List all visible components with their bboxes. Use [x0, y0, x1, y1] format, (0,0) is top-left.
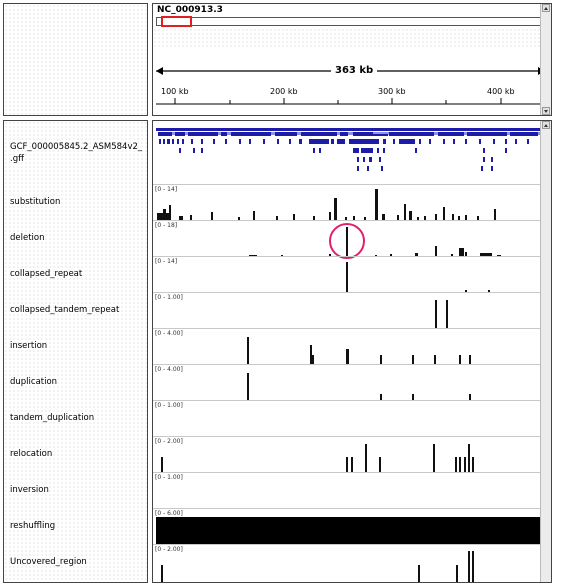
track-collapsed-tandem-repeat[interactable]: [0 - 1.00]: [153, 292, 551, 329]
feature-bar: [433, 444, 435, 472]
track-label-deletion[interactable]: deletion: [10, 233, 45, 243]
feature-bar: [351, 457, 353, 472]
feature-bar: [375, 189, 378, 220]
tracks-scrollbar[interactable]: [540, 121, 551, 582]
track-label-duplication[interactable]: duplication: [10, 377, 57, 387]
ruler-panel: NC_000913.3 363 kb 100 kb 200 kb 300 kb …: [152, 3, 552, 116]
range-collapsed-repeat: [0 - 14]: [155, 258, 178, 265]
span-indicator: [156, 67, 545, 105]
range-inversion: [0 - 1.00]: [155, 474, 183, 481]
feature-bar: [459, 457, 461, 472]
range-uncovered-region: [0 - 2.00]: [155, 546, 183, 553]
feature-bar: [169, 205, 171, 220]
track-inversion[interactable]: [0 - 1.00]: [153, 472, 551, 509]
feature-bar: [455, 457, 457, 472]
range-deletion: [0 - 18]: [155, 222, 178, 229]
feature-bar: [412, 355, 414, 364]
feature-bar: [161, 565, 163, 582]
track-collapsed-repeat[interactable]: [0 - 14]: [153, 256, 551, 293]
feature-bar: [459, 355, 461, 364]
annotation-track-label-line2[interactable]: .gff: [10, 154, 24, 164]
feature-bar: [312, 355, 314, 364]
track-label-inversion[interactable]: inversion: [10, 485, 49, 495]
track-label-relocation[interactable]: relocation: [10, 449, 52, 459]
span-label: 363 kb: [331, 65, 378, 76]
range-tandem-duplication: [0 - 1.00]: [155, 402, 183, 409]
feature-bar: [346, 457, 348, 472]
ruler-tick-200kb: 200 kb: [270, 87, 298, 96]
feature-bar: [456, 565, 458, 582]
track-label-tandem-duplication[interactable]: tandem_duplication: [10, 413, 94, 423]
feature-bar: [469, 355, 471, 364]
range-collapsed-tandem-repeat: [0 - 1.00]: [155, 294, 183, 301]
scroll-up-arrow-icon[interactable]: [542, 121, 550, 129]
feature-bar: [468, 444, 470, 472]
feature-bar: [418, 565, 420, 582]
feature-bar: [365, 444, 367, 472]
ruler-tick-300kb: 300 kb: [378, 87, 406, 96]
track-label-uncovered-region[interactable]: Uncovered_region: [10, 557, 87, 567]
track-label-reshuffling[interactable]: reshuffling: [10, 521, 55, 531]
feature-bar: [329, 212, 331, 220]
feature-bar: [468, 551, 470, 582]
track-uncovered-region[interactable]: [0 - 2.00]: [153, 544, 551, 582]
feature-bar: [334, 198, 337, 220]
feature-bar: [446, 300, 448, 328]
feature-bar: [409, 211, 412, 220]
feature-bar: [211, 212, 213, 220]
range-reshuffling: [0 - 6.00]: [155, 510, 183, 517]
feature-bar: [346, 262, 348, 292]
track-duplication[interactable]: [0 - 4.00]: [153, 364, 551, 401]
track-relocation[interactable]: [0 - 2.00]: [153, 436, 551, 473]
track-label-collapsed-tandem-repeat[interactable]: collapsed_tandem_repeat: [10, 305, 119, 315]
range-relocation: [0 - 2.00]: [155, 438, 183, 445]
track-label-substitution[interactable]: substitution: [10, 197, 60, 207]
feature-bar: [163, 209, 166, 220]
data-tracks-panel: [0 - 14] [0 - 18] [0 - 14] [0 - 1.00] [0…: [152, 120, 552, 583]
track-label-insertion[interactable]: insertion: [10, 341, 47, 351]
track-names-panel: GCF_000005845.2_ASM584v2_ .gff substitut…: [3, 120, 148, 583]
feature-bar: [380, 355, 382, 364]
feature-bar: [472, 457, 474, 472]
track-label-collapsed-repeat[interactable]: collapsed_repeat: [10, 269, 82, 279]
reshuffling-block: [156, 517, 551, 544]
feature-bar: [464, 457, 466, 472]
track-reshuffling[interactable]: [0 - 6.00]: [153, 508, 551, 545]
range-substitution: [0 - 14]: [155, 186, 178, 193]
gene-annotation-track[interactable]: [153, 121, 542, 183]
feature-bar: [247, 373, 249, 400]
feature-bar: [434, 355, 436, 364]
feature-bar: [443, 207, 445, 220]
feature-bar: [253, 211, 255, 220]
annotation-track-label-line1[interactable]: GCF_000005845.2_ASM584v2_: [10, 142, 142, 152]
feature-bar: [435, 300, 437, 328]
feature-bar: [459, 248, 464, 256]
range-insertion: [0 - 4.00]: [155, 330, 183, 337]
track-insertion[interactable]: [0 - 4.00]: [153, 328, 551, 365]
highlight-circle: [329, 223, 365, 259]
ruler-tick-400kb: 400 kb: [487, 87, 515, 96]
track-deletion[interactable]: [0 - 18]: [153, 220, 551, 259]
feature-bar: [247, 337, 249, 364]
feature-bar: [494, 209, 496, 220]
ruler-scrollbar[interactable]: [540, 4, 551, 115]
ruler-tick-100kb: 100 kb: [161, 87, 189, 96]
track-substitution[interactable]: [0 - 14]: [153, 184, 551, 221]
feature-bar: [161, 457, 163, 472]
range-duplication: [0 - 4.00]: [155, 366, 183, 373]
feature-bar: [379, 457, 381, 472]
scroll-up-arrow-icon[interactable]: [542, 4, 550, 12]
feature-bar: [404, 204, 406, 220]
feature-bar: [472, 551, 474, 582]
track-tandem-duplication[interactable]: [0 - 1.00]: [153, 400, 551, 437]
feature-bar: [346, 349, 349, 364]
feature-bar: [435, 246, 437, 256]
scroll-down-arrow-icon[interactable]: [542, 107, 550, 115]
header-name-panel: [3, 3, 148, 116]
